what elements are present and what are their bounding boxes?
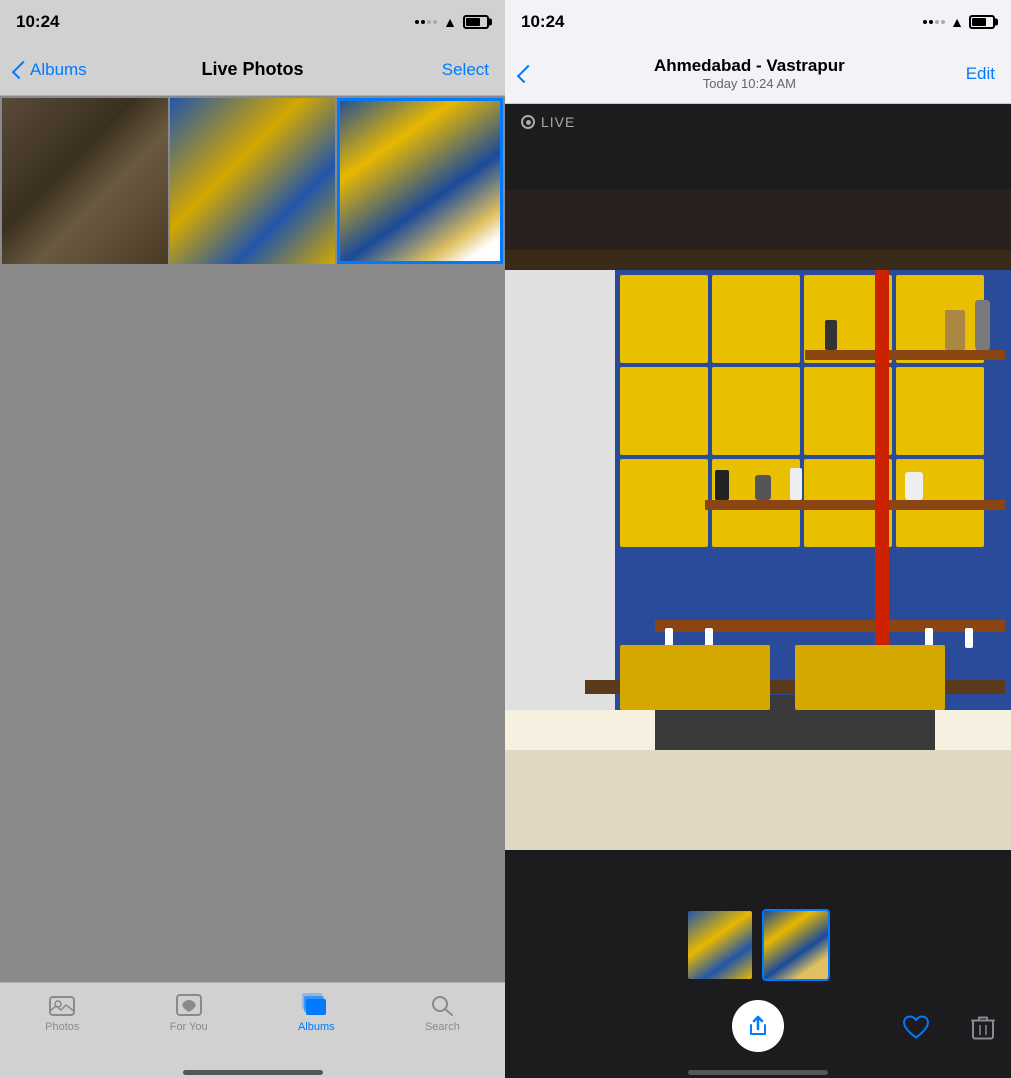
back-button-right[interactable] [521, 66, 533, 82]
home-bar-right [688, 1070, 828, 1075]
battery-icon-right [969, 15, 995, 29]
signal-dot [929, 20, 933, 24]
strip-thumb-2[interactable] [762, 909, 830, 981]
chevron-left-icon-right [517, 64, 535, 82]
tab-albums[interactable]: Albums [298, 993, 335, 1033]
tab-albums-label: Albums [298, 1021, 335, 1033]
battery-icon-left [463, 15, 489, 29]
home-indicator-right [505, 1070, 1011, 1078]
tab-bar-left: Photos For You Albums [0, 982, 505, 1070]
trash-icon [971, 1015, 995, 1041]
strip-thumb-inner-1 [688, 911, 752, 979]
status-icons-left: ▲ [415, 14, 489, 30]
status-time-right: 10:24 [521, 12, 564, 32]
select-button[interactable]: Select [442, 60, 489, 80]
photo-thumb-3[interactable] [337, 98, 503, 264]
wifi-icon-left: ▲ [443, 14, 457, 30]
left-panel: 10:24 ▲ Albums Live Photos Select [0, 0, 505, 1078]
nav-bar-right-row: Ahmedabad - Vastrapur Today 10:24 AM Edi… [505, 56, 1011, 91]
signal-dots-right [923, 20, 945, 24]
status-time-left: 10:24 [16, 12, 59, 32]
photo-grid [0, 96, 505, 266]
right-panel: 10:24 ▲ Ahmedabad - Vastrapur Today 10:2… [505, 0, 1011, 1078]
tab-search-label: Search [425, 1021, 460, 1033]
signal-dot [421, 20, 425, 24]
photo-thumb-1[interactable] [2, 98, 168, 264]
status-bar-right: 10:24 ▲ [505, 0, 1011, 44]
signal-dot [923, 20, 927, 24]
page-title-left: Live Photos [201, 59, 303, 80]
foryou-icon [175, 993, 203, 1017]
signal-dot [433, 20, 437, 24]
photos-icon [48, 993, 76, 1017]
delete-button[interactable] [971, 1015, 995, 1046]
battery-fill-left [466, 18, 480, 26]
signal-dot [427, 20, 431, 24]
share-icon [747, 1015, 769, 1037]
back-label-left: Albums [30, 60, 87, 80]
signal-dot [941, 20, 945, 24]
status-bar-left: 10:24 ▲ [0, 0, 505, 44]
thumbnail-strip [505, 900, 1011, 990]
tab-foryou[interactable]: For You [170, 993, 208, 1033]
signal-dots-left [415, 20, 437, 24]
strip-thumb-inner-2 [764, 911, 828, 979]
tab-photos-label: Photos [45, 1021, 79, 1033]
photo-title: Ahmedabad - Vastrapur [654, 56, 845, 76]
share-button[interactable] [732, 1000, 784, 1052]
gray-fill-area [0, 266, 505, 982]
main-photo-area[interactable] [505, 140, 1011, 900]
live-badge-bar: LIVE [505, 104, 1011, 140]
albums-icon [302, 993, 330, 1017]
action-bar [505, 990, 1011, 1070]
tab-search[interactable]: Search [425, 993, 460, 1033]
home-indicator-left [0, 1070, 505, 1078]
search-icon-tab [428, 993, 456, 1017]
photo-subtitle: Today 10:24 AM [703, 76, 796, 91]
home-bar-left [183, 1070, 323, 1075]
nav-bar-left: Albums Live Photos Select [0, 44, 505, 96]
nav-bar-right: Ahmedabad - Vastrapur Today 10:24 AM Edi… [505, 44, 1011, 104]
chevron-left-icon [12, 60, 30, 78]
heart-icon [901, 1014, 931, 1042]
signal-dot [935, 20, 939, 24]
wifi-icon-right: ▲ [950, 14, 964, 30]
strip-thumb-1[interactable] [686, 909, 754, 981]
status-icons-right: ▲ [923, 14, 995, 30]
edit-button[interactable]: Edit [966, 64, 995, 84]
battery-fill-right [972, 18, 986, 26]
main-photo-svg [505, 140, 1011, 900]
back-button-left[interactable]: Albums [16, 60, 87, 80]
favorite-button[interactable] [901, 1014, 931, 1047]
tab-foryou-label: For You [170, 1021, 208, 1033]
tab-photos[interactable]: Photos [45, 993, 79, 1033]
live-dot [526, 120, 531, 125]
live-label: LIVE [541, 114, 575, 130]
nav-title-center: Ahmedabad - Vastrapur Today 10:24 AM [654, 56, 845, 91]
photo-thumb-2[interactable] [170, 98, 336, 264]
live-circle-icon [521, 115, 535, 129]
signal-dot [415, 20, 419, 24]
